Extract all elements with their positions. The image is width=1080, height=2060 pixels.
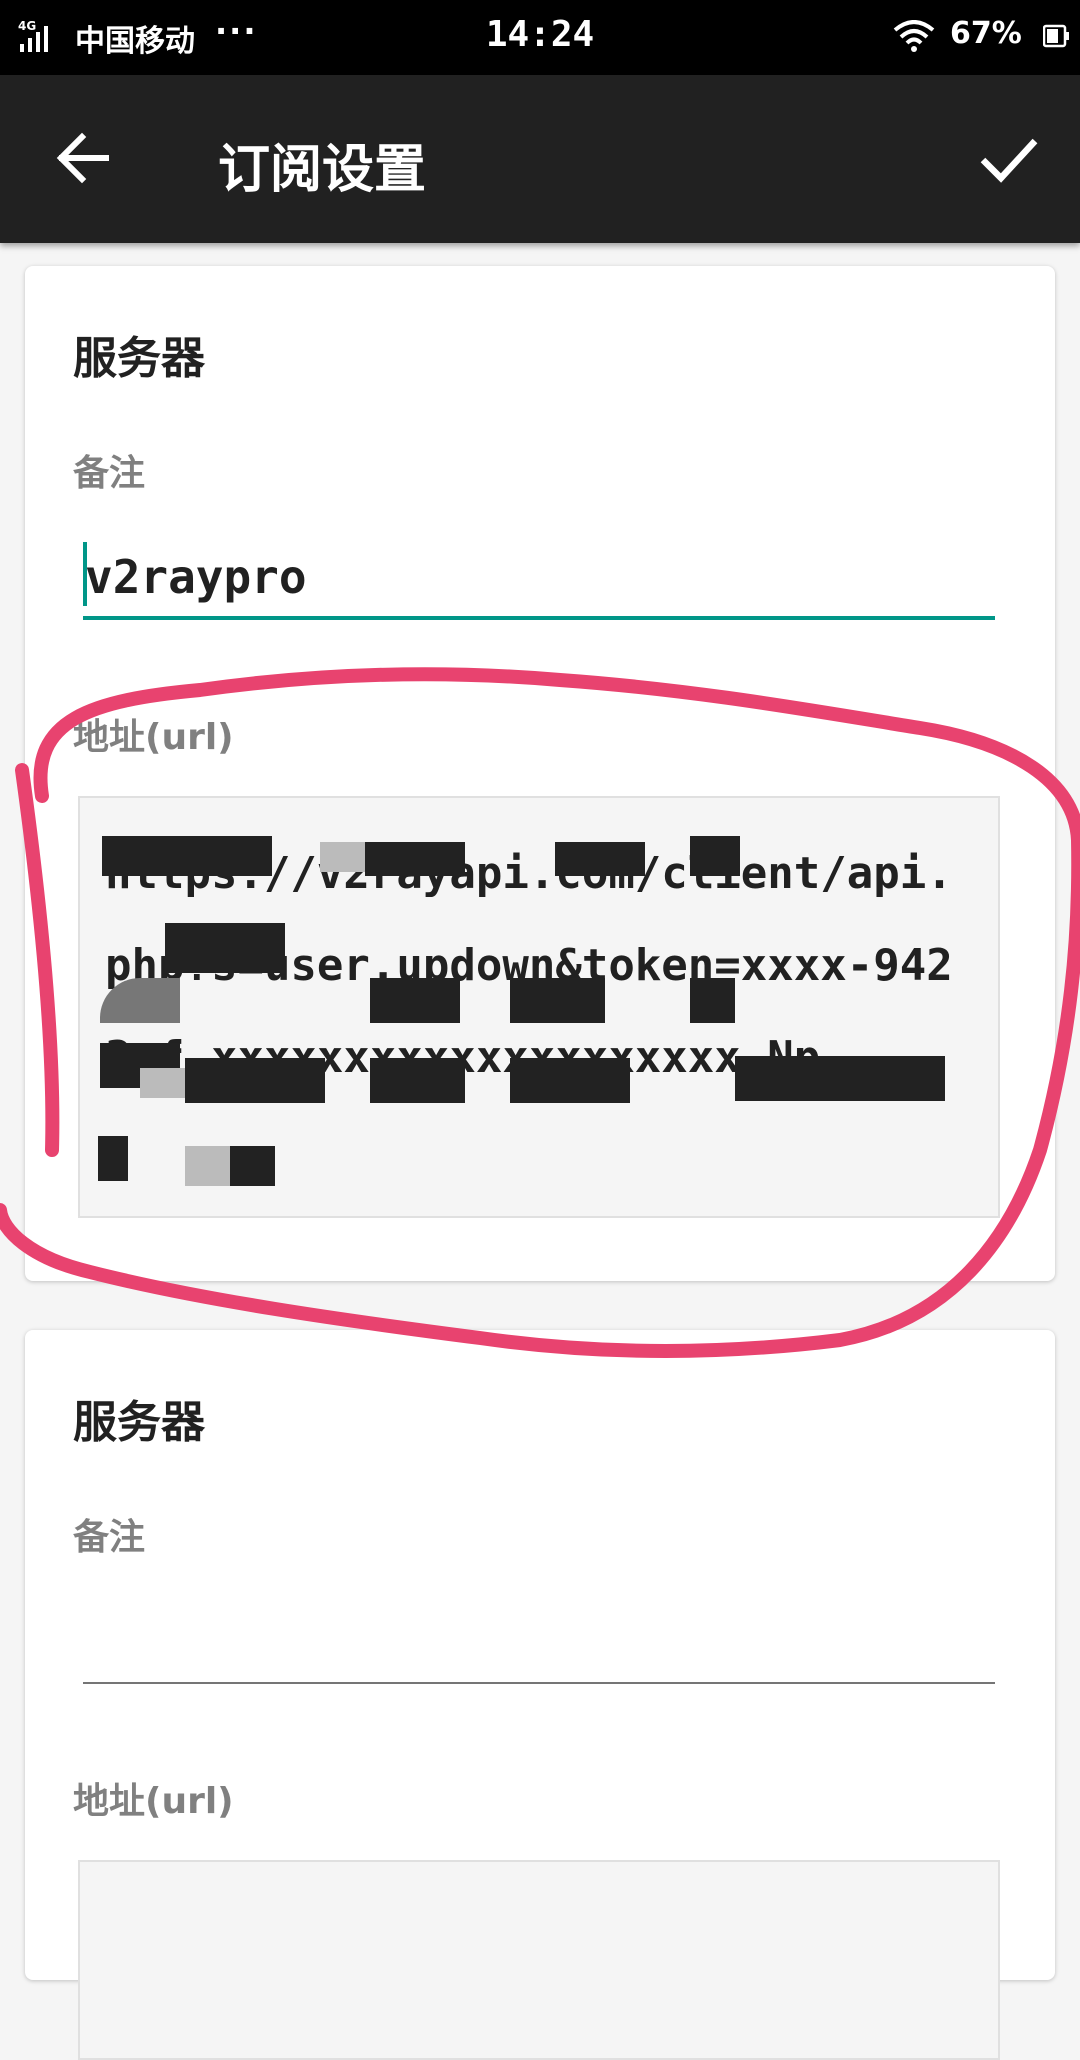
battery-percent: 67% xyxy=(950,16,1022,51)
redaction-block xyxy=(185,1058,325,1103)
remark-value: v2raypro xyxy=(85,550,307,604)
battery-icon xyxy=(1043,24,1069,48)
redaction-block xyxy=(510,978,605,1023)
redaction-block xyxy=(370,978,460,1023)
server-card: 服务器 备注 地址(url) xyxy=(25,1330,1055,2060)
redaction-block xyxy=(690,978,735,1023)
server-heading: 服务器 xyxy=(73,1397,205,1448)
remark-label: 备注 xyxy=(73,453,146,494)
redaction-block xyxy=(320,842,365,872)
redaction-block xyxy=(365,842,465,876)
server-heading: 服务器 xyxy=(73,333,205,384)
redaction-block xyxy=(230,1146,275,1186)
status-bar: 4G 中国移动 ··· 14:24 67% xyxy=(0,0,1080,75)
redaction-block xyxy=(102,836,272,876)
server-card: 服务器 备注 v2raypro 地址(url) https://v2rayapi… xyxy=(25,266,1055,1281)
remark-label: 备注 xyxy=(73,1517,146,1558)
redaction-block xyxy=(735,1056,945,1101)
redaction-block xyxy=(98,1136,128,1181)
redaction-block xyxy=(555,842,645,876)
remark-input[interactable] xyxy=(83,1598,995,1684)
url-label: 地址(url) xyxy=(73,717,234,758)
wifi-icon xyxy=(893,20,935,52)
redaction-block xyxy=(140,1068,185,1098)
check-icon[interactable] xyxy=(975,125,1041,191)
redaction-block xyxy=(165,923,285,973)
redaction-block xyxy=(690,836,740,876)
url-input[interactable]: https://v2rayapi.com/client/api.php?s=us… xyxy=(78,796,1000,1218)
arrow-left-icon[interactable] xyxy=(52,127,114,189)
text-cursor xyxy=(83,542,87,606)
app-bar: 订阅设置 xyxy=(0,75,1080,243)
redaction-block xyxy=(510,1058,630,1103)
redaction-block xyxy=(185,1146,230,1186)
url-input[interactable] xyxy=(78,1860,1000,2060)
page-title: 订阅设置 xyxy=(218,140,427,200)
redaction-block xyxy=(370,1058,465,1103)
url-label: 地址(url) xyxy=(73,1781,234,1822)
remark-input[interactable]: v2raypro xyxy=(83,534,995,620)
